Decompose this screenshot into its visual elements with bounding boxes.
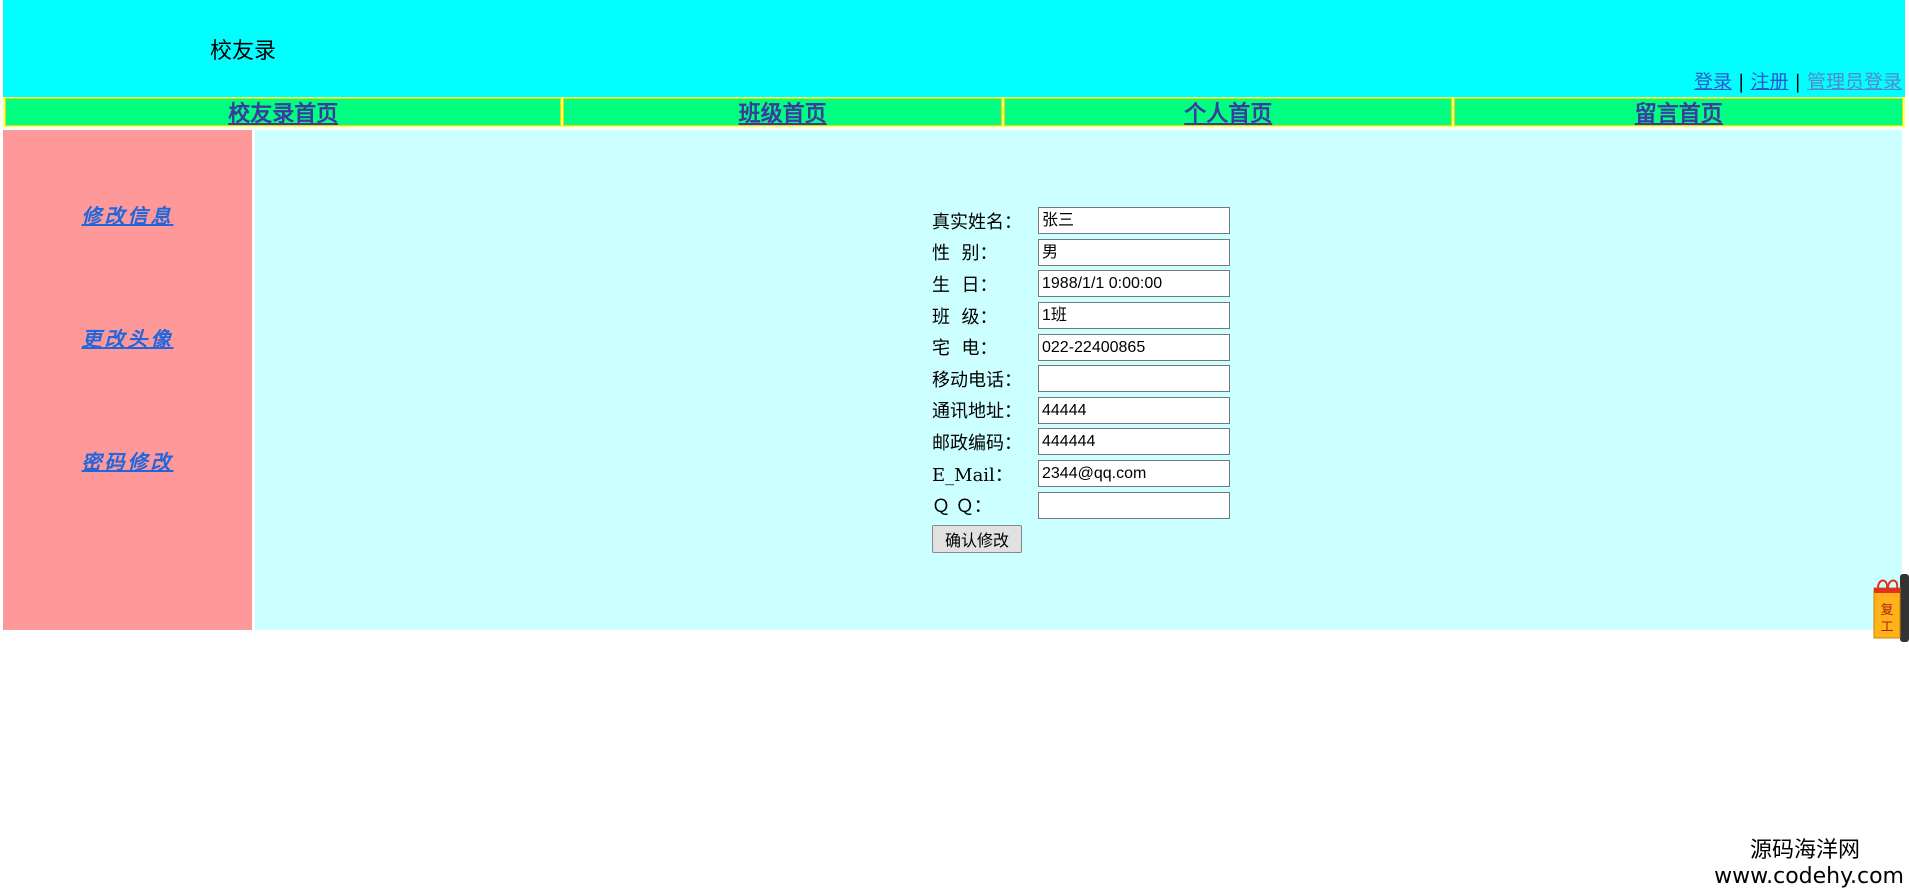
change-avatar-link[interactable]: 更改头像 <box>82 327 174 351</box>
register-link[interactable]: 注册 <box>1750 71 1788 93</box>
separator: | <box>1738 71 1745 93</box>
watermark-line-2: www.codehy.com <box>1714 864 1904 889</box>
auth-links: 登录 | 注册 | 管理员登录 <box>1694 67 1902 94</box>
sidebar-item-edit-info: 修改信息 <box>3 200 252 229</box>
gift-tab-icon: 复 工 <box>1873 574 1909 642</box>
form-row-qq: Ｑ Ｑ： <box>932 489 1230 521</box>
form-row-email: E_Mail： 2344@qq.com <box>932 458 1230 490</box>
mobile-input[interactable] <box>1038 365 1230 393</box>
nav-item-class-home: 班级首页 <box>563 96 1002 128</box>
separator: | <box>1794 71 1801 93</box>
qq-input[interactable] <box>1038 491 1230 519</box>
nav-item-alumni-home: 校友录首页 <box>5 96 562 128</box>
form-row-mobile: 移动电话： <box>932 363 1230 395</box>
form-row-address: 通讯地址： 44444 <box>932 395 1230 427</box>
class-input[interactable]: 1班 <box>1038 302 1230 330</box>
nav-link-message-home[interactable]: 留言首页 <box>1635 96 1723 128</box>
form-row-birthday: 生 日： 1988/1/1 0:00:00 <box>932 268 1230 300</box>
birthday-input[interactable]: 1988/1/1 0:00:00 <box>1038 270 1230 298</box>
nav-link-alumni-home[interactable]: 校友录首页 <box>228 96 338 128</box>
gender-input[interactable]: 男 <box>1038 238 1230 266</box>
side-tab-text-1: 复 <box>1880 603 1893 618</box>
home-phone-input[interactable]: 022-22400865 <box>1038 333 1230 361</box>
address-label: 通讯地址： <box>932 401 1022 423</box>
login-link[interactable]: 登录 <box>1694 71 1732 93</box>
sidebar-item-change-avatar: 更改头像 <box>3 323 252 352</box>
address-input[interactable]: 44444 <box>1038 396 1230 424</box>
gender-label: 性 别： <box>932 243 998 265</box>
postcode-label: 邮政编码： <box>932 432 1022 454</box>
side-tab-text-2: 工 <box>1880 620 1893 635</box>
form-row-home-phone: 宅 电： 022-22400865 <box>932 331 1230 363</box>
edit-info-link[interactable]: 修改信息 <box>82 204 174 228</box>
admin-login-link[interactable]: 管理员登录 <box>1807 71 1902 93</box>
page-header: 校友录 登录 | 注册 | 管理员登录 <box>3 0 1905 97</box>
form-row-class: 班 级： 1班 <box>932 300 1230 332</box>
email-label: E_Mail： <box>932 464 1013 486</box>
floating-side-tab[interactable]: 复 工 复工 <box>1872 574 1909 642</box>
email-input[interactable]: 2344@qq.com <box>1038 460 1230 488</box>
profile-form: 真实姓名： 张三 性 别： 男 生 日： 1988/1/1 0:00:00 班 … <box>932 205 1230 553</box>
sidebar-item-change-password: 密码修改 <box>3 446 252 475</box>
mobile-label: 移动电话： <box>932 369 1022 391</box>
form-row-postcode: 邮政编码： 444444 <box>932 426 1230 458</box>
nav-link-class-home[interactable]: 班级首页 <box>739 96 827 128</box>
nav-item-personal-home: 个人首页 <box>1003 96 1453 128</box>
main-nav: 校友录首页 班级首页 个人首页 留言首页 <box>3 97 1905 127</box>
sidebar: 修改信息 更改头像 密码修改 <box>3 130 252 630</box>
home-phone-label: 宅 电： <box>932 338 998 360</box>
nav-link-personal-home[interactable]: 个人首页 <box>1184 96 1272 128</box>
main-content: 真实姓名： 张三 性 别： 男 生 日： 1988/1/1 0:00:00 班 … <box>255 130 1902 630</box>
site-title: 校友录 <box>210 39 277 64</box>
form-row-gender: 性 别： 男 <box>932 237 1230 269</box>
qq-label: Ｑ Ｑ： <box>932 496 992 518</box>
postcode-input[interactable]: 444444 <box>1038 428 1230 456</box>
birthday-label: 生 日： <box>932 274 998 296</box>
class-label: 班 级： <box>932 306 998 328</box>
real-name-input[interactable]: 张三 <box>1038 207 1230 235</box>
nav-item-message-home: 留言首页 <box>1454 96 1903 128</box>
form-row-real-name: 真实姓名： 张三 <box>932 205 1230 237</box>
watermark-line-1: 源码海洋网 <box>1749 838 1860 863</box>
confirm-edit-button[interactable]: 确认修改 <box>932 524 1023 553</box>
real-name-label: 真实姓名： <box>932 211 1022 233</box>
change-password-link[interactable]: 密码修改 <box>82 450 174 474</box>
watermark: 源码海洋网 www.codehy.com <box>1714 838 1904 890</box>
